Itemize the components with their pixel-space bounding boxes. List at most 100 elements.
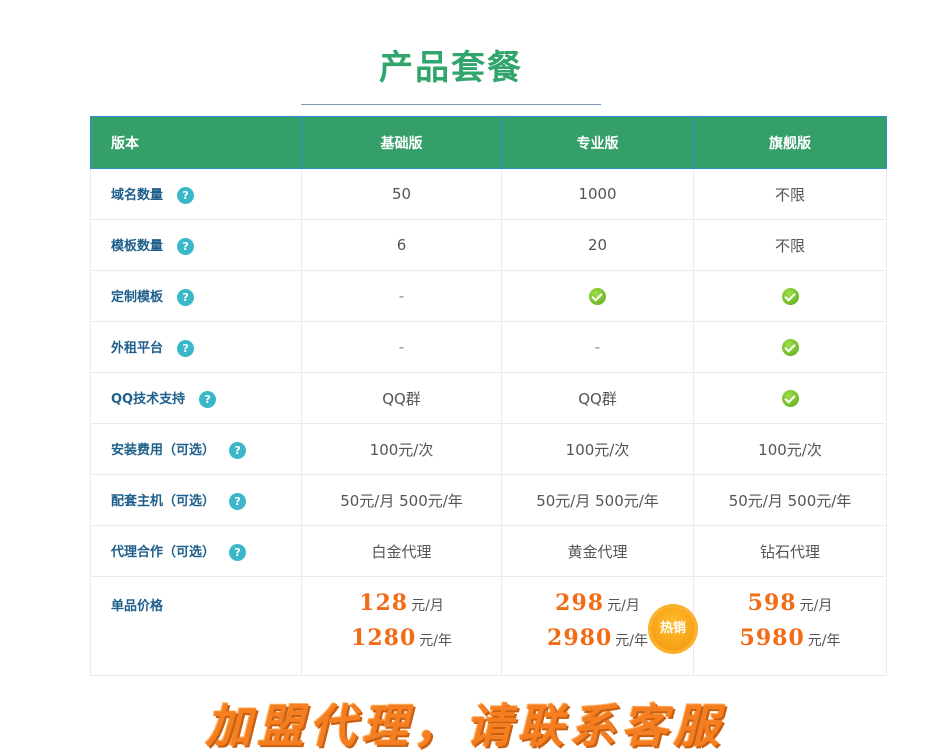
table-row: QQ技术支持? QQ群 QQ群: [90, 372, 887, 424]
plan-value-cell: -: [501, 321, 694, 373]
check-circle-icon: [589, 288, 606, 305]
title-divider: [301, 104, 601, 105]
feature-name-cell: 代理合作（可选）?: [90, 525, 302, 577]
table-row: 安装费用（可选）? 100元/次 100元/次 100元/次: [90, 423, 887, 475]
question-circle-icon[interactable]: ?: [177, 238, 195, 255]
plan-value-cell: 50元/月 500元/年: [501, 474, 694, 526]
plan-value: 6: [396, 236, 407, 254]
plan-value-cell: 50元/月 500元/年: [301, 474, 502, 526]
plan-value: 黄金代理: [567, 542, 628, 561]
monthly-price: 128: [359, 590, 409, 616]
plan-value-cell: 黄金代理: [501, 525, 694, 577]
feature-label: 模板数量: [111, 239, 164, 254]
header-version: 版本: [90, 116, 302, 169]
price-cell: 298 元/月 2980 元/年 热销: [501, 576, 695, 676]
feature-label: QQ技术支持: [111, 392, 186, 407]
feature-label: 代理合作（可选）: [111, 545, 216, 560]
plan-value-cell: [693, 270, 887, 322]
monthly-unit: 元/月: [411, 598, 444, 614]
price-row: 单品价格 128 元/月 1280 元/年 298 元/月 2980 元/年 热销 598 元/月 59…: [90, 576, 887, 676]
plan-value: 50: [391, 185, 412, 203]
feature-name-cell: 单品价格: [90, 576, 302, 676]
plan-value-cell: 1000: [501, 168, 694, 220]
yearly-price: 1280: [351, 625, 417, 651]
feature-label: 定制模板: [111, 290, 164, 305]
pricing-table: 版本 基础版 专业版 旗舰版 域名数量? 50 1000 不限 模板数量? 6 20 不限 定制…: [90, 116, 887, 676]
plan-value-cell: 20: [501, 219, 694, 271]
plan-value-cell: QQ群: [501, 372, 694, 424]
question-circle-icon[interactable]: ?: [177, 289, 195, 306]
question-circle-icon[interactable]: ?: [177, 340, 195, 357]
plan-value: 100元/次: [758, 440, 822, 459]
monthly-unit: 元/月: [799, 598, 833, 614]
plan-value-cell: 100元/次: [693, 423, 887, 475]
plan-value-cell: QQ群: [301, 372, 502, 424]
question-circle-icon[interactable]: ?: [177, 187, 195, 204]
feature-name-cell: 外租平台?: [90, 321, 302, 373]
plan-value: -: [398, 338, 405, 356]
feature-name-cell: 模板数量?: [90, 219, 302, 271]
monthly-price: 298: [555, 590, 605, 616]
yearly-unit: 元/年: [419, 633, 452, 649]
check-circle-icon: [781, 390, 799, 407]
plan-value-cell: 50: [301, 168, 502, 220]
plan-value: 不限: [774, 236, 805, 255]
plan-value: 50元/月 500元/年: [728, 491, 852, 510]
plan-value-cell: 100元/次: [301, 423, 502, 475]
feature-label: 安装费用（可选）: [111, 443, 216, 458]
hot-sale-badge: 热销: [651, 607, 695, 651]
header-basic: 基础版: [301, 116, 502, 169]
plan-value: 100元/次: [369, 440, 434, 459]
plan-value-cell: 不限: [693, 168, 887, 220]
plan-value-cell: -: [301, 270, 502, 322]
price-cell: 598 元/月 5980 元/年: [693, 576, 887, 676]
table-header-row: 版本 基础版 专业版 旗舰版: [90, 116, 887, 169]
plan-value: QQ群: [382, 389, 421, 408]
plan-value-cell: 白金代理: [301, 525, 502, 577]
feature-name-cell: 域名数量?: [90, 168, 302, 220]
check-circle-icon: [781, 288, 799, 305]
plan-value-cell: 100元/次: [501, 423, 694, 475]
page-title: 产品套餐: [379, 48, 523, 88]
question-circle-icon[interactable]: ?: [199, 391, 217, 408]
join-agent-banner[interactable]: 加盟代理，请联系客服: [0, 690, 931, 756]
table-row: 配套主机（可选）? 50元/月 500元/年 50元/月 500元/年 50元/月 5…: [90, 474, 887, 526]
plan-value-cell: 50元/月 500元/年: [693, 474, 887, 526]
feature-name-cell: QQ技术支持?: [90, 372, 302, 424]
plan-value: 白金代理: [371, 542, 432, 561]
table-row: 域名数量? 50 1000 不限: [90, 168, 887, 220]
table-row: 外租平台? - -: [90, 321, 887, 373]
feature-name-cell: 配套主机（可选）?: [90, 474, 302, 526]
feature-label: 外租平台: [111, 341, 164, 356]
table-row: 模板数量? 6 20 不限: [90, 219, 887, 271]
question-circle-icon[interactable]: ?: [229, 544, 247, 561]
plan-value-cell: -: [301, 321, 502, 373]
yearly-unit: 元/年: [615, 633, 648, 649]
plan-value-cell: [693, 321, 887, 373]
plan-value: -: [398, 287, 405, 305]
question-circle-icon[interactable]: ?: [229, 442, 247, 459]
check-circle-icon: [781, 339, 799, 356]
monthly-unit: 元/月: [607, 598, 640, 614]
plan-value-cell: 6: [301, 219, 502, 271]
plan-value: 1000: [578, 185, 617, 203]
question-circle-icon[interactable]: ?: [229, 493, 247, 510]
yearly-unit: 元/年: [807, 633, 841, 649]
header-pro: 专业版: [501, 116, 694, 169]
plan-value: 钻石代理: [759, 542, 820, 561]
feature-label: 配套主机（可选）: [111, 494, 216, 509]
table-row: 代理合作（可选）? 白金代理 黄金代理 钻石代理: [90, 525, 887, 577]
feature-name-cell: 定制模板?: [90, 270, 302, 322]
plan-value-cell: 不限: [693, 219, 887, 271]
header-flagship: 旗舰版: [693, 116, 887, 169]
feature-name-cell: 安装费用（可选）?: [90, 423, 302, 475]
plan-value-cell: [501, 270, 694, 322]
plan-value: 50元/月 500元/年: [536, 491, 659, 510]
yearly-price: 5980: [739, 625, 805, 651]
plan-value: 50元/月 500元/年: [340, 491, 463, 510]
plan-value: 100元/次: [565, 440, 630, 459]
plan-value: 不限: [774, 185, 805, 204]
plan-value-cell: 钻石代理: [693, 525, 887, 577]
monthly-price: 598: [747, 590, 797, 616]
plan-value: QQ群: [578, 389, 617, 408]
